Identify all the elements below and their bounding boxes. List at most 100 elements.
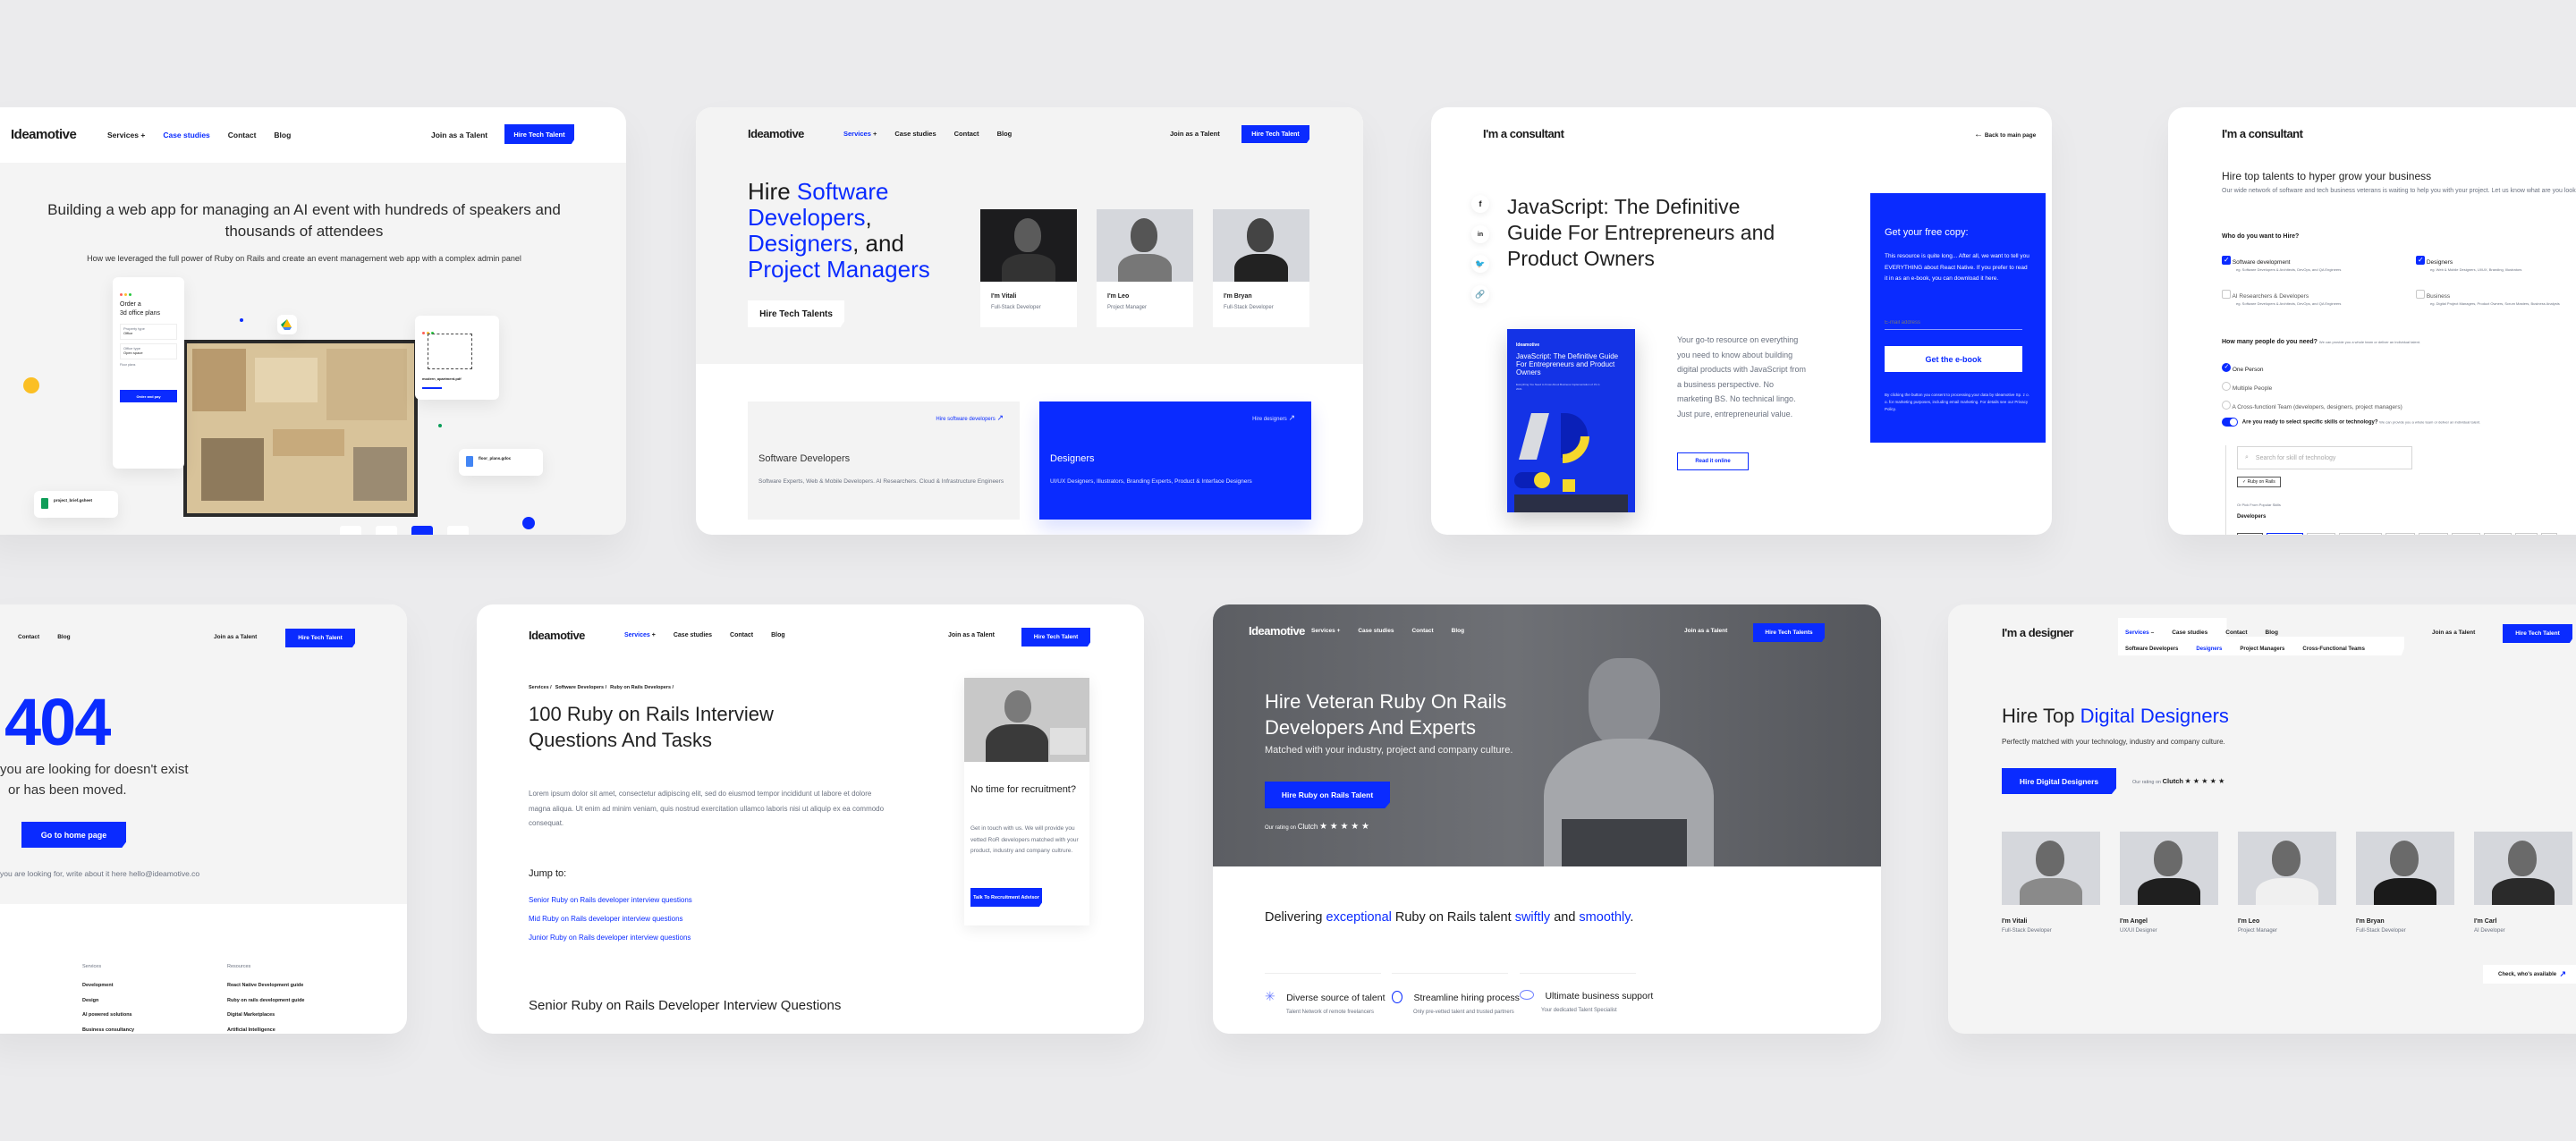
- footer-link[interactable]: Business consultancy: [82, 1023, 134, 1034]
- nav-services[interactable]: Services –: [2125, 630, 2154, 636]
- read-online-button[interactable]: Read it online: [1677, 452, 1749, 470]
- logo[interactable]: I'm a designer: [2002, 626, 2073, 639]
- join-talent-link[interactable]: Join as a Talent: [1170, 130, 1220, 138]
- hire-developers-link[interactable]: Hire software developers ↗: [936, 413, 1004, 423]
- logo[interactable]: Ideamotive: [748, 127, 804, 140]
- link-icon[interactable]: 🔗: [1471, 285, 1489, 303]
- twitter-icon[interactable]: 🐦: [1471, 255, 1489, 273]
- nav-services[interactable]: Services +: [843, 130, 877, 138]
- skill-chip[interactable]: + Flutter: [2484, 533, 2512, 535]
- back-to-main-link[interactable]: ← Back to main page: [1974, 130, 2036, 139]
- option-designers[interactable]: Designerseg. Web & Mobile Designers, UI/…: [2416, 255, 2576, 272]
- option-business[interactable]: Business eg. Digital Project Managers, Pr…: [2416, 289, 2576, 306]
- hire-tech-talent-button[interactable]: Hire Tech Talent: [504, 124, 574, 144]
- logo[interactable]: I'm a consultant: [2222, 127, 2303, 140]
- submenu-item[interactable]: Software Developers: [2125, 647, 2178, 652]
- footer-link[interactable]: AI powered solutions: [82, 1008, 134, 1023]
- person-card[interactable]: I'm Angel UX/UI Designer: [2120, 832, 2218, 934]
- option-ai[interactable]: AI Researchers & Developers eg. Software …: [2222, 289, 2410, 306]
- person-card[interactable]: I'm Vitali Full-Stack Developer: [2002, 832, 2100, 934]
- nav-blog[interactable]: Blog: [997, 130, 1013, 138]
- hire-tech-talent-button[interactable]: Hire Tech Talent: [1021, 628, 1090, 647]
- radio-multiple[interactable]: Multiple People: [2222, 381, 2272, 392]
- hire-tech-talents-button[interactable]: Hire Tech Talents: [748, 300, 844, 327]
- person-card[interactable]: I'm Bryan Full-Stack Developer: [1213, 209, 1309, 327]
- hire-tech-talent-button[interactable]: Hire Tech Talent: [285, 629, 355, 647]
- submenu-item[interactable]: Designers: [2196, 647, 2222, 652]
- order-and-pay-button[interactable]: Order and pay: [120, 390, 177, 402]
- hire-ror-talent-button[interactable]: Hire Ruby on Rails Talent: [1265, 782, 1390, 808]
- footer-link[interactable]: Development: [82, 978, 134, 993]
- skill-chip[interactable]: + Java Script: [2267, 533, 2304, 535]
- nav-case-studies[interactable]: Case studies: [894, 130, 936, 138]
- skill-chip[interactable]: ✓ Ruby: [2237, 533, 2264, 535]
- nav-services[interactable]: Services +: [624, 632, 656, 638]
- footer-link[interactable]: React Native Development guide: [227, 978, 305, 993]
- radio-team[interactable]: A Cross-functionl Team (developers, desi…: [2222, 400, 2402, 410]
- office-type-select[interactable]: Office type Open space: [120, 343, 177, 359]
- person-card[interactable]: I'm Vitali Full-Stack Developer: [980, 209, 1077, 327]
- email-input[interactable]: [1885, 316, 2022, 330]
- breadcrumb-item[interactable]: Ruby on Rails Developers /: [610, 685, 674, 690]
- hire-tech-talent-button[interactable]: Hire Tech Talent: [1241, 125, 1309, 143]
- hire-tech-talents-button[interactable]: Hire Tech Talents: [1753, 623, 1825, 642]
- nav-blog[interactable]: Blog: [274, 131, 291, 139]
- nav-case-studies[interactable]: Case studies: [1358, 628, 1394, 634]
- nav-contact[interactable]: Contact: [228, 131, 257, 139]
- linkedin-icon[interactable]: in: [1471, 225, 1489, 243]
- check-available-button[interactable]: Check, who's available ↗: [2483, 965, 2576, 984]
- logo[interactable]: Ideamotive: [529, 629, 585, 642]
- nav-case-studies[interactable]: Case studies: [2172, 630, 2207, 636]
- footer-link[interactable]: Artificial Intelligence: [227, 1023, 305, 1034]
- nav-case-studies[interactable]: Case studies: [674, 632, 712, 638]
- nav-blog[interactable]: Blog: [1452, 628, 1464, 634]
- skill-chip[interactable]: + Android: [2385, 533, 2415, 535]
- person-card[interactable]: I'm Leo Project Manager: [1097, 209, 1193, 327]
- go-home-button[interactable]: Go to home page: [21, 822, 126, 848]
- join-talent-link[interactable]: Join as a Talent: [1684, 628, 1727, 634]
- nav-blog[interactable]: Blog: [57, 634, 70, 640]
- nav-contact[interactable]: Contact: [2225, 630, 2247, 636]
- logo[interactable]: Ideamotive: [1249, 624, 1305, 638]
- get-ebook-button[interactable]: Get the e-book: [1885, 346, 2022, 372]
- skill-chip[interactable]: + iOS: [2514, 533, 2538, 535]
- nav-case-studies[interactable]: Case studies: [163, 131, 209, 139]
- person-card[interactable]: I'm Bryan Full-Stack Developer: [2356, 832, 2454, 934]
- join-talent-link[interactable]: Join as a Talent: [214, 634, 257, 640]
- nav-contact[interactable]: Contact: [1411, 628, 1433, 634]
- skill-chip[interactable]: + J: [2540, 533, 2558, 535]
- skill-chip[interactable]: + Django: [2452, 533, 2481, 535]
- person-card[interactable]: I'm Leo Project Manager: [2238, 832, 2336, 934]
- join-talent-link[interactable]: Join as a Talent: [431, 131, 487, 139]
- logo[interactable]: I'm a consultant: [1483, 127, 1564, 140]
- skill-chip[interactable]: + Python: [2307, 533, 2336, 535]
- footer-link[interactable]: Design: [82, 993, 134, 1009]
- category-card-designers[interactable]: Hire designers ↗ Designers UI/UX Designe…: [1039, 401, 1311, 520]
- footer-link[interactable]: Ruby on rails development guide: [227, 993, 305, 1009]
- breadcrumb-item[interactable]: Software Developers /: [555, 685, 606, 690]
- breadcrumb-item[interactable]: Services /: [529, 685, 552, 690]
- property-type-select[interactable]: Property type Office: [120, 324, 177, 340]
- person-card[interactable]: I'm Carl AI Developer: [2474, 832, 2572, 934]
- hire-digital-designers-button[interactable]: Hire Digital Designers: [2002, 768, 2116, 794]
- nav-blog[interactable]: Blog: [2266, 630, 2278, 636]
- selected-skill-chip[interactable]: ✓ Ruby on Rails: [2237, 477, 2281, 487]
- submenu-item[interactable]: Cross-Functional Teams: [2302, 647, 2365, 652]
- jump-link[interactable]: Mid Ruby on Rails developer interview qu…: [529, 910, 692, 929]
- nav-contact[interactable]: Contact: [18, 634, 39, 640]
- join-talent-link[interactable]: Join as a Talent: [948, 632, 995, 638]
- talk-to-advisor-button[interactable]: Talk To Recruitment Advisor: [970, 888, 1042, 907]
- skill-chip[interactable]: + Angular: [2418, 533, 2449, 535]
- option-software[interactable]: Software developmenteg. Software Develop…: [2222, 255, 2410, 272]
- category-card-developers[interactable]: Hire software developers ↗ Software Deve…: [748, 401, 1020, 520]
- logo[interactable]: Ideamotive: [11, 127, 77, 142]
- radio-one-person[interactable]: One Person: [2222, 362, 2264, 373]
- hire-tech-talent-button[interactable]: Hire Tech Talent: [2503, 624, 2572, 643]
- nav-contact[interactable]: Contact: [730, 632, 753, 638]
- jump-link[interactable]: Senior Ruby on Rails developer interview…: [529, 892, 692, 910]
- skill-chip[interactable]: + Ruby on Rails: [2339, 533, 2382, 535]
- facebook-icon[interactable]: f: [1471, 195, 1489, 213]
- skill-search-input[interactable]: ⌕ Search for skill of technology: [2237, 446, 2412, 469]
- skills-toggle[interactable]: [2222, 418, 2238, 427]
- submenu-item[interactable]: Project Managers: [2240, 647, 2284, 652]
